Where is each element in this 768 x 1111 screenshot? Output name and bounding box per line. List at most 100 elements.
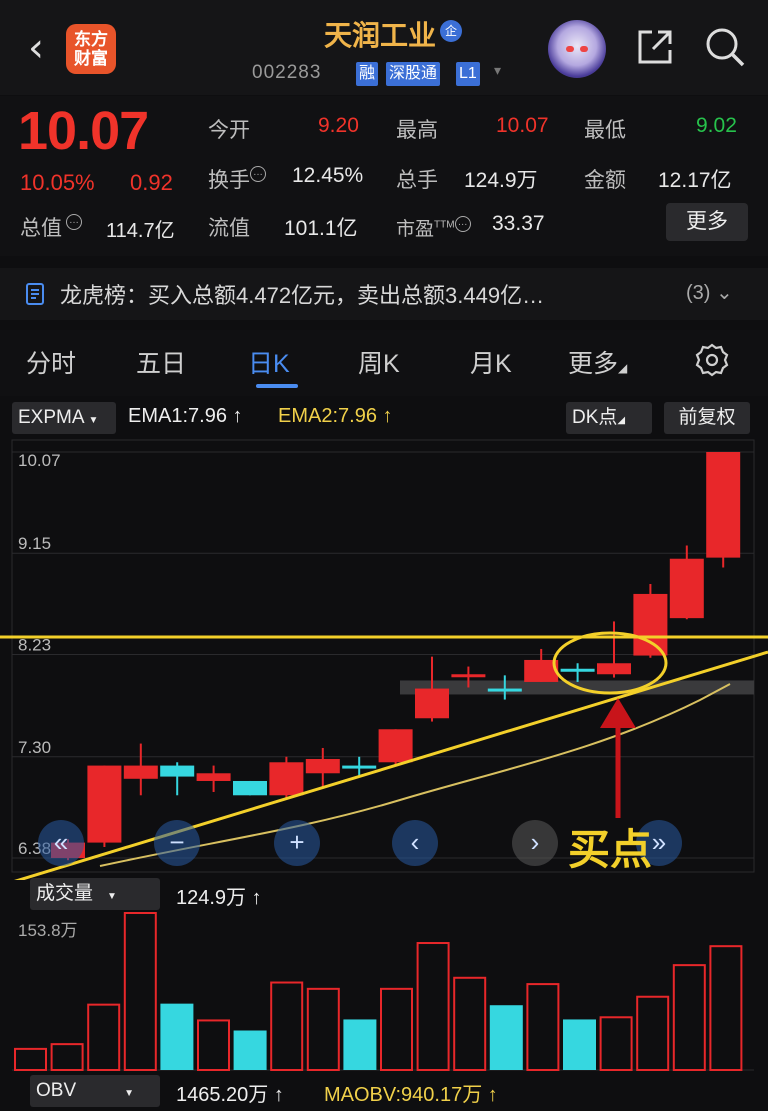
ema1-value: EMA1:7.96 ↑ xyxy=(128,405,243,428)
candle-body xyxy=(415,688,449,719)
open-value: 9.20 xyxy=(318,114,359,137)
obv-value-text: 1465.20万 xyxy=(176,1084,269,1106)
change-amount: 0.92 xyxy=(130,170,173,195)
current-price: 10.07 xyxy=(18,101,149,161)
adjust-button[interactable]: 前复权 xyxy=(664,402,750,434)
obv-select[interactable]: OBV ▼ xyxy=(30,1075,160,1107)
tab-more-label: 更多 xyxy=(568,350,619,378)
candle-body xyxy=(597,663,631,675)
obv-value: 1465.20万 ↑ xyxy=(176,1078,284,1107)
arrow-up-icon: ↑ xyxy=(382,405,393,427)
kline-chart[interactable]: 10.079.158.237.306.38 xyxy=(0,438,768,880)
volume-bar xyxy=(270,981,304,1072)
volume-bar xyxy=(87,1003,121,1072)
change-percent: 10.05% xyxy=(20,170,95,195)
indicator-name: EXPMA xyxy=(18,407,85,428)
volume-value-text: 124.9万 xyxy=(176,887,247,909)
volume-max-label: 153.8万 xyxy=(18,921,78,940)
amount-value: 12.17亿 xyxy=(658,169,732,192)
arrow-up-icon: ↑ xyxy=(487,1084,498,1106)
ema1-text: EMA1:7.96 xyxy=(128,405,227,427)
mktcap-label: 总值… xyxy=(20,212,82,242)
tab-weekly-k[interactable]: 周K xyxy=(358,344,400,380)
volume-label: 成交量 xyxy=(36,883,94,904)
float-value: 101.1亿 xyxy=(284,217,358,240)
volume-bar xyxy=(123,912,157,1071)
dk-point-button[interactable]: DK点◢ xyxy=(566,402,652,434)
volume-bar xyxy=(343,1019,377,1070)
turnover-label-text: 换手 xyxy=(208,169,250,192)
dragon-tiger-count[interactable]: (3) ⌄ xyxy=(686,280,733,305)
next-button[interactable]: › xyxy=(512,820,558,866)
zoom-in-button[interactable]: + xyxy=(274,820,320,866)
volume-value: 124.9万 xyxy=(464,169,538,192)
tab-monthly-k[interactable]: 月K xyxy=(470,344,512,380)
dragon-count-text: (3) xyxy=(686,282,711,304)
volume-select[interactable]: 成交量 ▼ xyxy=(30,878,160,910)
info-icon[interactable]: … xyxy=(454,216,471,232)
volume-bar xyxy=(526,983,560,1071)
y-tick-label: 7.30 xyxy=(18,738,51,757)
candle-body xyxy=(233,780,267,796)
chevron-down-icon[interactable]: ▾ xyxy=(494,62,501,79)
candle-body xyxy=(160,765,195,777)
volume-bar xyxy=(197,1019,230,1072)
fast-back-button[interactable]: « xyxy=(38,820,84,866)
more-button[interactable]: 更多 xyxy=(666,203,748,241)
volume-bar xyxy=(416,942,450,1072)
turnover-label: 换手… xyxy=(208,164,266,194)
y-tick-label: 9.15 xyxy=(18,534,51,553)
pe-label: 市盈TTM… xyxy=(396,214,471,241)
pe-value: 33.37 xyxy=(492,212,545,235)
candle-body xyxy=(633,593,668,656)
volume-bar xyxy=(489,1005,523,1070)
volume-bar xyxy=(306,987,340,1072)
assistant-robot-icon[interactable] xyxy=(548,20,606,78)
share-icon[interactable] xyxy=(636,28,674,66)
info-icon[interactable]: … xyxy=(66,214,82,230)
amount-label: 金额 xyxy=(584,169,626,192)
mktcap-label-text: 总值 xyxy=(20,217,62,240)
tab-daily-k[interactable]: 日K xyxy=(248,344,290,380)
pe-label-text: 市盈 xyxy=(396,219,435,240)
volume-bar xyxy=(636,995,670,1071)
mktcap-value: 114.7亿 xyxy=(106,220,175,242)
info-icon[interactable]: … xyxy=(250,166,266,182)
candle-body xyxy=(196,773,231,781)
volume-bar xyxy=(380,987,413,1072)
volume-bar xyxy=(160,1003,194,1070)
candle-body xyxy=(342,765,377,769)
volume-bar xyxy=(233,1030,267,1070)
zoom-out-button[interactable]: − xyxy=(154,820,200,866)
ema2-text: EMA2:7.96 xyxy=(278,405,377,427)
dragon-tiger-text[interactable]: 龙虎榜：买入总额4.472亿元，卖出总额3.449亿… xyxy=(60,278,544,310)
tab-five-day[interactable]: 五日 xyxy=(136,344,186,380)
indicator-select[interactable]: EXPMA ▼ xyxy=(12,402,116,434)
candle-body xyxy=(378,729,413,763)
volume-label: 总手 xyxy=(396,169,438,192)
maobv-value: MAOBV:940.17万 ↑ xyxy=(324,1078,498,1107)
dk-label: DK点 xyxy=(572,407,618,428)
gear-icon[interactable] xyxy=(694,342,730,378)
app-logo: 东方 财富 xyxy=(66,24,116,74)
chart-frame xyxy=(11,439,755,873)
candle-body xyxy=(87,765,122,843)
candle-body xyxy=(123,765,158,779)
tab-intraday[interactable]: 分时 xyxy=(26,344,76,380)
search-icon[interactable] xyxy=(704,26,746,68)
high-label: 最高 xyxy=(396,119,438,142)
tab-more[interactable]: 更多◢ xyxy=(568,344,627,380)
tag-level1: L1 xyxy=(456,62,480,86)
dropdown-triangle-icon: ▼ xyxy=(88,415,99,426)
turnover-value: 12.45% xyxy=(292,164,364,187)
chevron-left-icon[interactable]: ‹ xyxy=(28,28,54,68)
prev-button[interactable]: ‹ xyxy=(392,820,438,866)
active-tab-indicator xyxy=(256,384,298,388)
volume-bar xyxy=(709,945,743,1071)
obv-label: OBV xyxy=(36,1080,77,1101)
buy-point-annotation: 买点 xyxy=(568,826,653,873)
dropdown-triangle-icon: ▼ xyxy=(107,891,117,902)
maobv-text: MAOBV:940.17万 xyxy=(324,1084,483,1106)
low-label: 最低 xyxy=(584,119,626,142)
volume-bar xyxy=(14,1047,47,1072)
